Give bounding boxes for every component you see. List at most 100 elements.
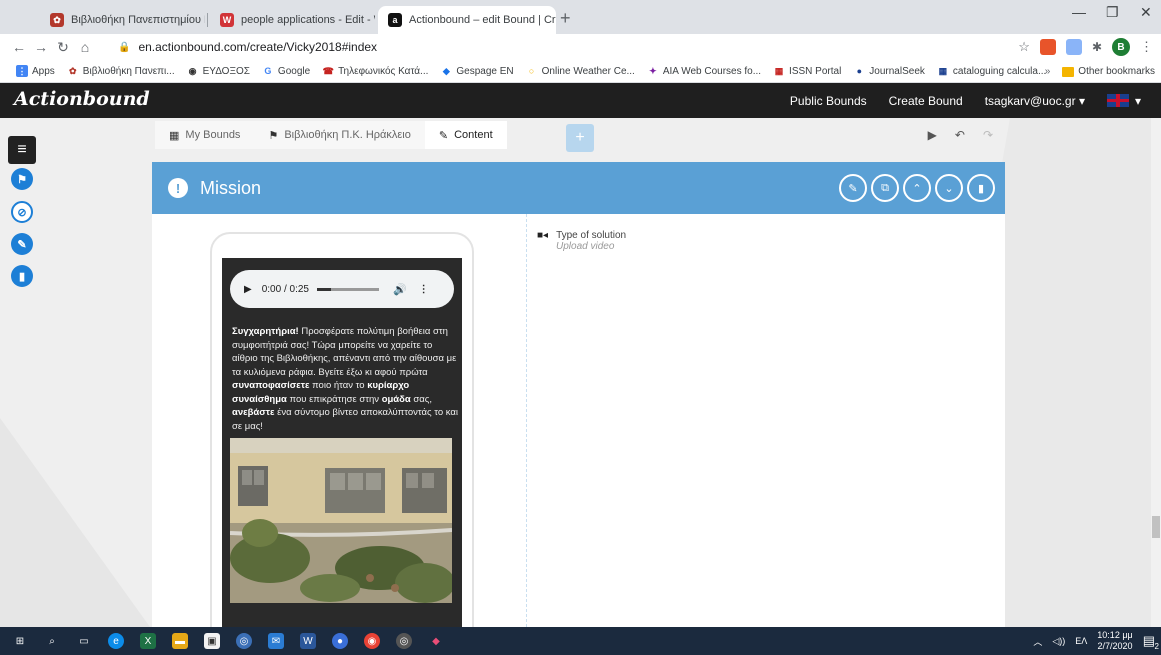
public-bounds-link[interactable]: Public Bounds [790, 94, 867, 108]
other-bookmarks[interactable]: Other bookmarks [1078, 66, 1155, 77]
bookmark-journalseek[interactable]: ● JournalSeek [853, 65, 925, 77]
star-icon[interactable]: ☆ [1018, 39, 1030, 55]
extension-icon[interactable] [1039, 39, 1056, 55]
bookmark-directory[interactable]: ☎ Τηλεφωνικός Κατά... [322, 65, 429, 77]
mission-panel: ! Mission ✎ ⧉ ⌃ ⌄ ▮ ▶ 0:00 / 0:25 🔊 ⋮ Συ… [152, 162, 1005, 652]
mission-text-segment: Συγχαρητήρια! [232, 326, 299, 337]
maximize-button[interactable]: ❐ [1106, 4, 1119, 21]
language-selector[interactable]: ▾ [1106, 93, 1141, 108]
breadcrumb-bound[interactable]: ⚑ Βιβλιοθήκη Π.Κ. Ηράκλειο [254, 121, 425, 149]
stats-icon[interactable]: ▮ [11, 265, 33, 287]
home-icon[interactable]: ⌂ [74, 39, 96, 55]
paint-drop-icon[interactable]: ◆ [428, 633, 444, 649]
kebab-menu-icon[interactable]: ⋮ [1140, 39, 1153, 55]
page-scrollbar-thumb[interactable] [1152, 516, 1160, 538]
breadcrumb-my-bounds[interactable]: ▦ My Bounds [155, 121, 255, 149]
notifications-icon[interactable]: ▤ 2 [1143, 633, 1159, 651]
mail-icon[interactable]: ✉ [268, 633, 284, 649]
bookmark-cataloguing[interactable]: ▦ cataloguing calcula... [937, 65, 1047, 77]
tab-actionbound[interactable]: a Actionbound – edit Bound | Crea ✕ [378, 6, 556, 34]
windows-start-icon[interactable]: ⊞ [12, 633, 28, 649]
tab-label: Βιβλιοθήκη Πανεπιστημίου Κρήτ [71, 14, 205, 26]
delete-trash-button[interactable]: ▮ [967, 174, 995, 202]
language-indicator[interactable]: ΕΛ [1075, 636, 1087, 646]
more-options-icon[interactable]: ⋮ [419, 284, 429, 295]
extension-icon[interactable] [1065, 39, 1082, 55]
bookmark-library[interactable]: ✿ Βιβλιοθήκη Πανεπι... [67, 65, 175, 77]
clock-date: 2/7/2020 [1097, 641, 1133, 651]
bookmark-aia[interactable]: ✦ AIA Web Courses fo... [647, 65, 761, 77]
duplicate-button[interactable]: ⧉ [871, 174, 899, 202]
store-icon[interactable]: ▣ [204, 633, 220, 649]
edge-icon[interactable]: e [108, 633, 124, 649]
google-icon: G [264, 66, 272, 76]
bookmark-apps[interactable]: ⋮ Apps [16, 65, 55, 77]
edit-pencil-button[interactable]: ✎ [839, 174, 867, 202]
caret-down-icon: ▾ [1134, 93, 1141, 108]
word-icon[interactable]: W [300, 633, 316, 649]
profile-avatar[interactable]: B [1112, 38, 1130, 56]
mission-header: ! Mission ✎ ⧉ ⌃ ⌄ ▮ [152, 162, 1005, 214]
mission-text-segment: σας, [410, 393, 432, 405]
minimize-button[interactable]: — [1072, 4, 1086, 20]
app-nav: Public Bounds Create Bound tsagkarv@uoc.… [790, 83, 1141, 118]
tab-library[interactable]: ✿ Βιβλιοθήκη Πανεπιστημίου Κρήτ ✕ [40, 6, 205, 34]
tab-label: people applications - Edit - Word [241, 14, 375, 26]
add-element-button[interactable]: + [566, 124, 594, 152]
tab-word[interactable]: W people applications - Edit - Word ✕ [210, 6, 375, 34]
library-favicon-icon: ✿ [50, 13, 64, 27]
grid-icon: ▦ [169, 129, 180, 142]
uk-flag-icon [1106, 94, 1129, 107]
extensions-puzzle-icon[interactable]: ✱ [1092, 40, 1102, 54]
volume-icon[interactable]: ◁)) [1052, 636, 1065, 647]
bookmarks-overflow[interactable]: » [1045, 66, 1051, 77]
chrome-icon[interactable]: ◉ [364, 633, 380, 649]
bookmark-issn[interactable]: ▦ ISSN Portal [773, 65, 842, 77]
audio-player[interactable]: ▶ 0:00 / 0:25 🔊 ⋮ [230, 270, 454, 308]
journalseek-icon: ● [856, 66, 863, 76]
solution-label: Type of solution [556, 230, 627, 241]
undo-icon[interactable]: ↶ [955, 128, 965, 142]
back-icon[interactable]: ← [8, 39, 30, 55]
globe-icon: ◉ [188, 65, 197, 76]
close-window-button[interactable]: ✕ [1140, 4, 1152, 21]
address-bar[interactable]: 🔒 en.actionbound.com/create/Vicky2018#in… [118, 34, 377, 60]
tab-label: Actionbound – edit Bound | Crea [409, 14, 556, 26]
page-scrollbar[interactable] [1151, 118, 1161, 627]
move-down-button[interactable]: ⌄ [935, 174, 963, 202]
breadcrumb-content[interactable]: ✎ Content [424, 121, 507, 149]
user-menu[interactable]: tsagkarv@uoc.gr ▾ [985, 94, 1085, 108]
create-bound-link[interactable]: Create Bound [889, 94, 963, 108]
media-icon[interactable]: ◎ [396, 633, 412, 649]
mission-text: Συγχαρητήρια! Προσφέρατε πολύτιμη βοήθει… [232, 325, 458, 433]
search-icon[interactable]: ⌕ [44, 633, 60, 649]
play-icon[interactable]: ▶ [928, 128, 937, 142]
app-logo[interactable]: Actionbound [14, 88, 150, 110]
new-tab-button[interactable]: + [560, 8, 571, 29]
issn-icon: ▦ [774, 65, 784, 76]
compass-icon[interactable]: ⊘ [11, 201, 33, 223]
tray-up-arrow-icon[interactable]: ︿ [1033, 635, 1042, 648]
volume-icon[interactable]: 🔊 [393, 283, 407, 296]
app-icon[interactable]: ● [332, 633, 348, 649]
bookmark-weather[interactable]: ○ Online Weather Ce... [526, 65, 635, 77]
reload-icon[interactable]: ↻ [52, 39, 74, 56]
clock-time: 10:12 μμ [1097, 630, 1133, 640]
play-icon[interactable]: ▶ [244, 284, 252, 295]
bookmark-eudoxus[interactable]: ◉ ΕΥΔΟΞΟΣ [187, 65, 250, 77]
redo-icon[interactable]: ↷ [983, 128, 993, 142]
clock[interactable]: 10:12 μμ 2/7/2020 [1097, 630, 1132, 652]
hamburger-menu-button[interactable]: ≡ [8, 136, 36, 164]
file-explorer-icon[interactable]: ▬ [172, 633, 188, 649]
task-view-icon[interactable]: ▭ [76, 633, 92, 649]
forward-icon[interactable]: → [30, 39, 52, 55]
bookmark-gespage[interactable]: ◆ Gespage EN [440, 65, 514, 77]
bound-icon[interactable]: ⚑ [11, 168, 33, 190]
wrench-icon[interactable]: ✎ [11, 233, 33, 255]
globe-app-icon[interactable]: ◎ [236, 633, 252, 649]
bookmarks-bar: ⋮ Apps ✿ Βιβλιοθήκη Πανεπι... ◉ ΕΥΔΟΞΟΣ G Go… [0, 60, 1161, 83]
excel-icon[interactable]: X [140, 633, 156, 649]
audio-progress-slider[interactable] [316, 287, 379, 291]
move-up-button[interactable]: ⌃ [903, 174, 931, 202]
bookmark-google[interactable]: G Google [262, 65, 310, 77]
